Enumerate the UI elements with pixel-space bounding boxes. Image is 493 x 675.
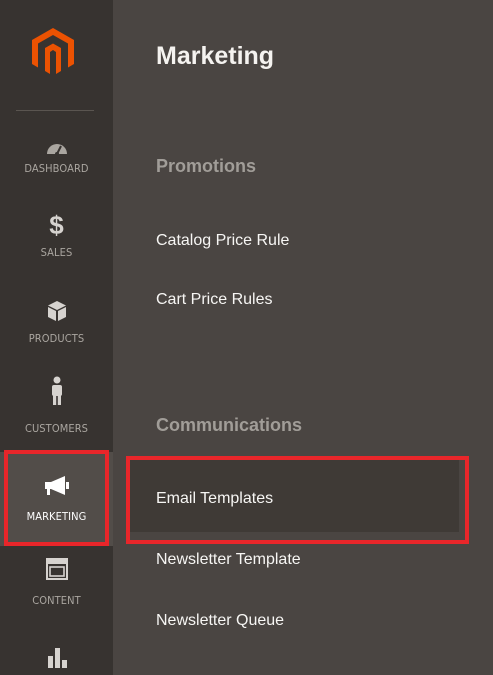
section-title-promotions: Promotions xyxy=(156,156,257,176)
nav-marketing[interactable]: MARKETING xyxy=(0,452,113,546)
link-catalog-price-rule[interactable]: Catalog Price Rule xyxy=(156,232,289,250)
link-cart-price-rules[interactable]: Cart Price Rules xyxy=(156,291,272,309)
nav-dashboard[interactable]: DASHBOARD xyxy=(0,128,113,208)
nav-reports[interactable] xyxy=(0,630,113,675)
marketing-flyout-panel: Marketing Promotions Catalog Price Rule … xyxy=(113,0,493,675)
nav-content[interactable]: CONTENT xyxy=(0,550,113,630)
section-title-communications: Communications xyxy=(156,415,303,435)
cube-icon xyxy=(0,300,113,322)
nav-dashboard-label: DASHBOARD xyxy=(24,162,89,175)
nav-customers-label: CUSTOMERS xyxy=(24,422,89,435)
nav-products-label: PRODUCTS xyxy=(28,332,85,345)
dollar-icon: $ xyxy=(49,210,64,240)
admin-sidebar: DASHBOARD $ SALES PRODUCTS CUSTOMERS MAR… xyxy=(0,0,113,675)
magento-logo-icon xyxy=(32,28,74,74)
nav-customers[interactable]: CUSTOMERS xyxy=(0,368,113,448)
nav-content-label: CONTENT xyxy=(32,594,81,607)
megaphone-icon xyxy=(0,476,113,496)
bar-chart-icon xyxy=(0,644,113,668)
panel-title: Marketing xyxy=(156,42,275,70)
gauge-icon xyxy=(0,140,113,156)
link-newsletter-queue[interactable]: Newsletter Queue xyxy=(156,612,284,630)
nav-products[interactable]: PRODUCTS xyxy=(0,288,113,368)
link-email-templates[interactable]: Email Templates xyxy=(156,490,273,508)
logo-link[interactable] xyxy=(0,0,113,112)
nav-sales-label: SALES xyxy=(40,246,73,259)
link-newsletter-template[interactable]: Newsletter Template xyxy=(156,551,301,569)
logo-divider xyxy=(16,110,94,111)
person-icon xyxy=(0,376,113,406)
nav-marketing-label: MARKETING xyxy=(26,510,87,523)
nav-sales[interactable]: $ SALES xyxy=(0,208,113,288)
layout-icon xyxy=(0,558,113,580)
